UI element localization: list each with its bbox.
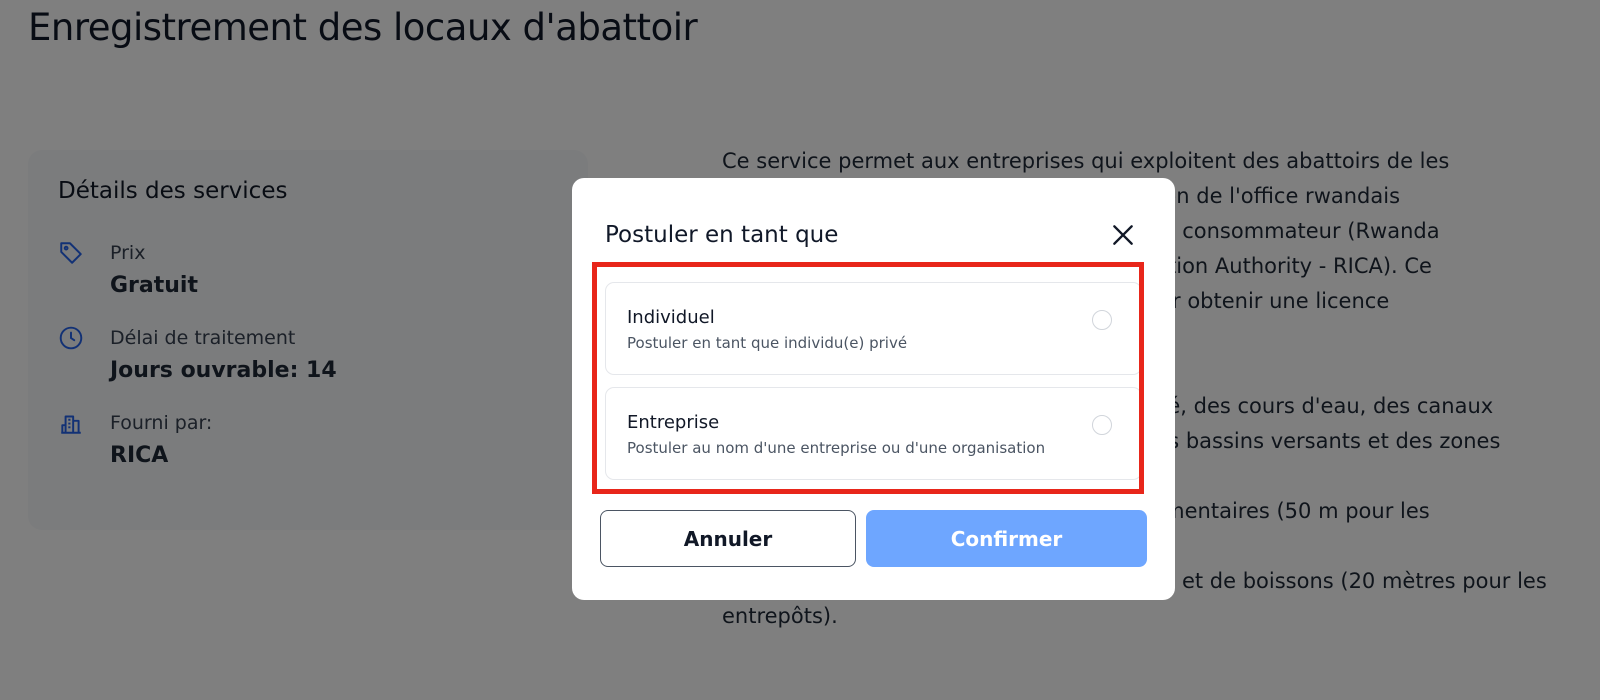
dialog-title: Postuler en tant que [605,222,839,248]
close-button[interactable] [1110,222,1136,248]
close-icon [1110,222,1136,248]
highlight-box [592,262,1144,494]
cancel-button[interactable]: Annuler [600,510,856,567]
apply-as-dialog: Postuler en tant que Individuel Postuler… [572,178,1175,600]
confirm-button[interactable]: Confirmer [866,510,1147,567]
